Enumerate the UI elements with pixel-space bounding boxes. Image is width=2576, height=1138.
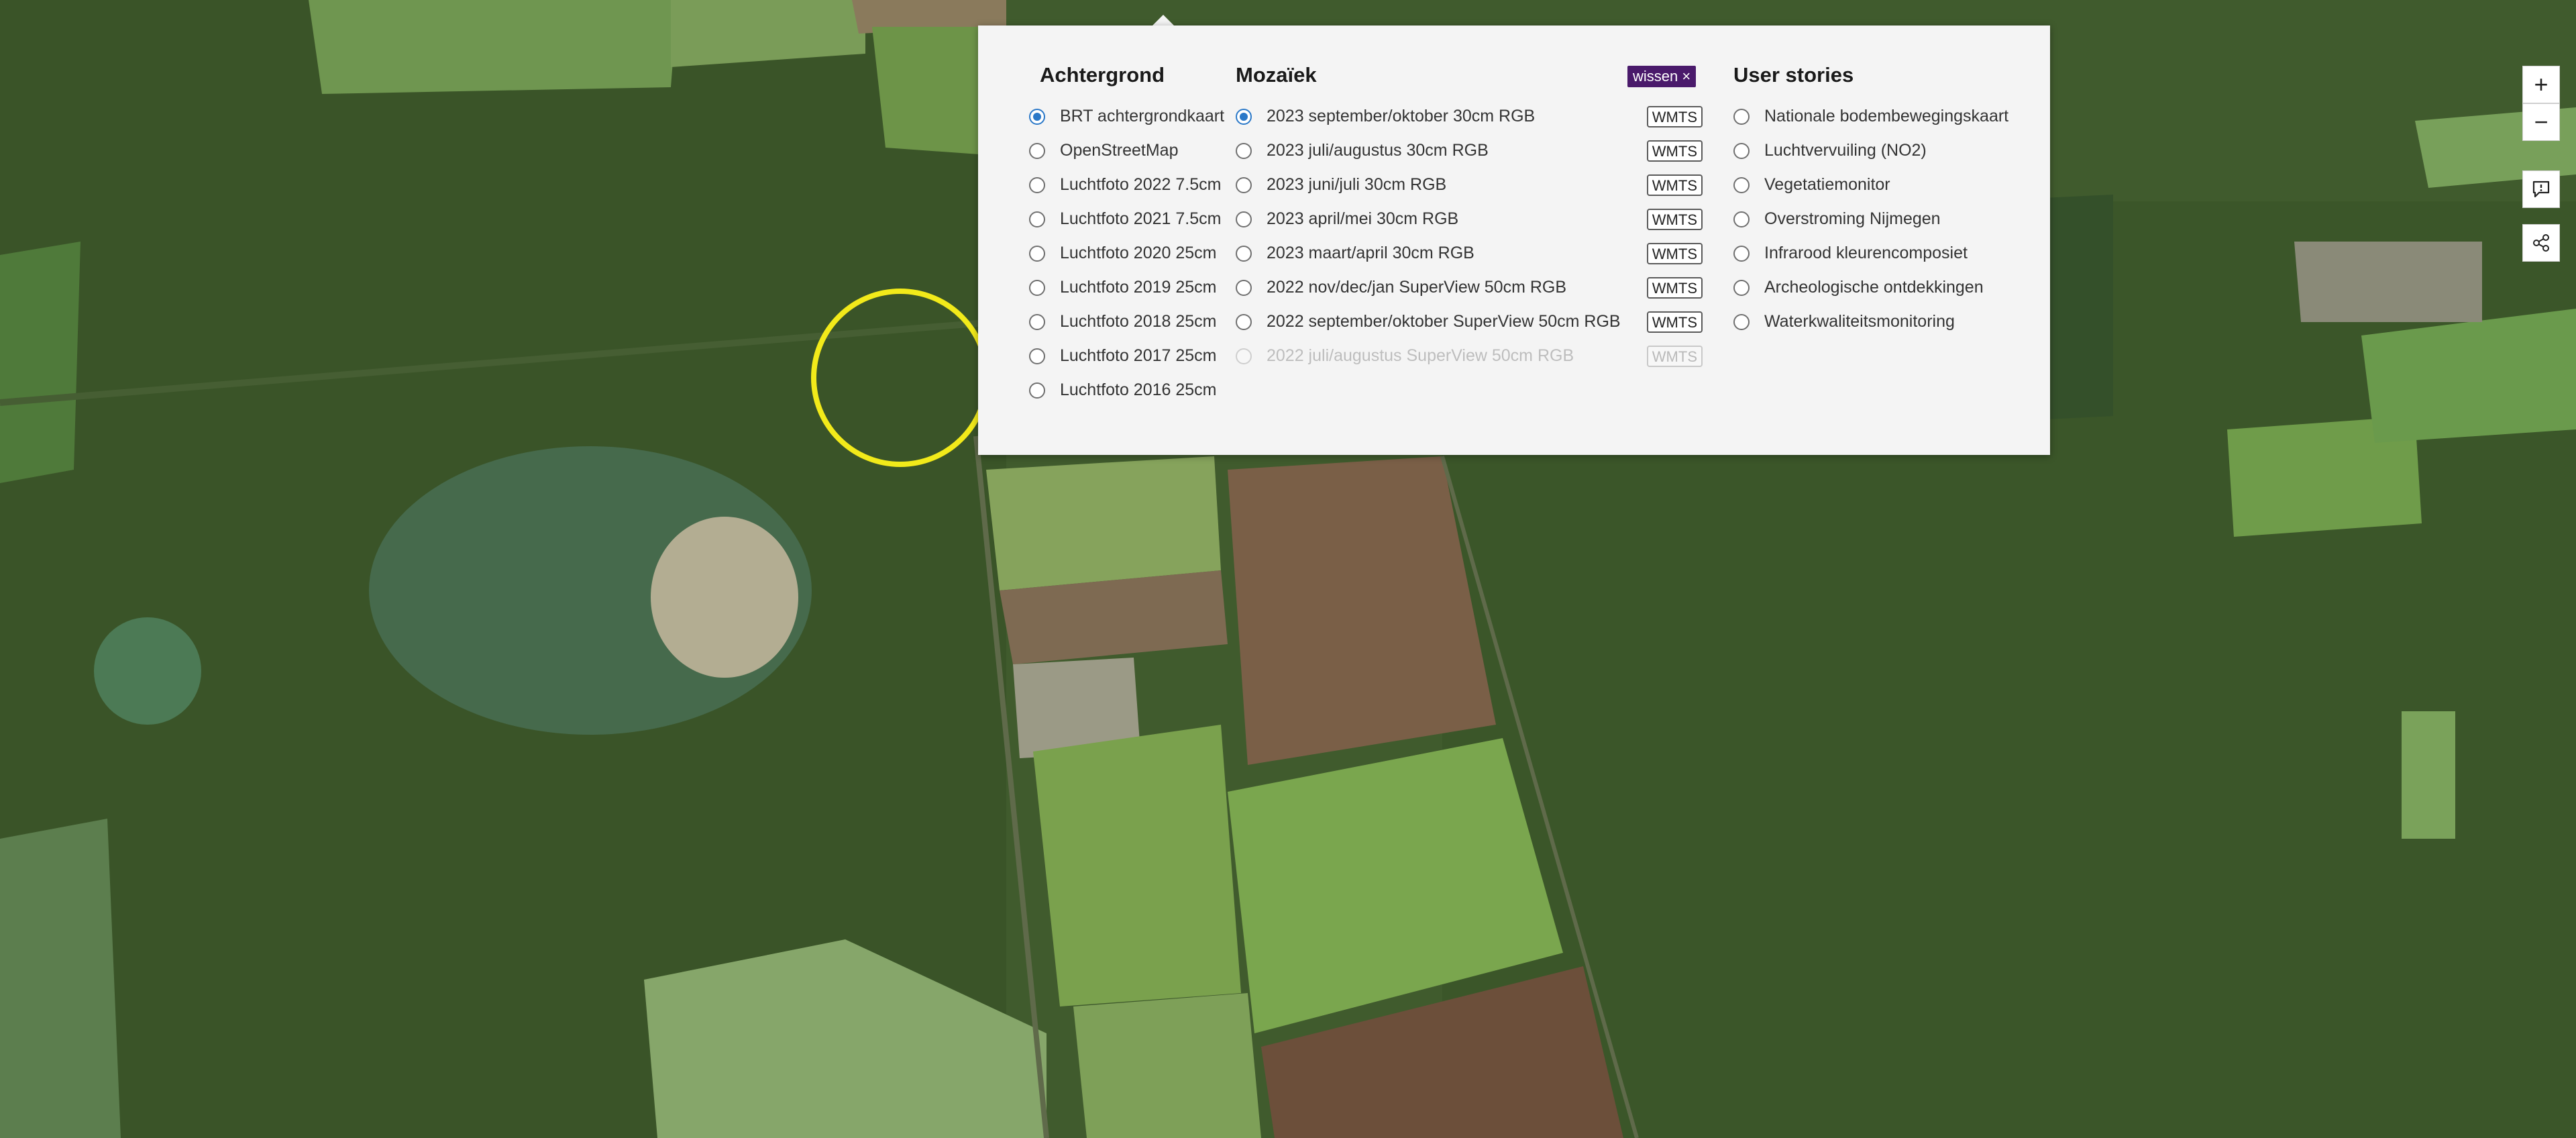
radio-button[interactable] — [1733, 313, 1750, 330]
background-option[interactable]: BRT achtergrondkaart — [1029, 99, 1224, 134]
background-option-label: Luchtfoto 2019 25cm — [1060, 278, 1217, 297]
mosaic-option-label: 2023 maart/april 30cm RGB — [1267, 244, 1474, 262]
background-option[interactable]: Luchtfoto 2020 25cm — [1029, 236, 1224, 270]
radio-button[interactable] — [1733, 108, 1750, 125]
radio-button[interactable] — [1029, 245, 1045, 262]
user-story-option[interactable]: Waterkwaliteitsmonitoring — [1733, 305, 2008, 339]
user-story-option[interactable]: Nationale bodembewegingskaart — [1733, 99, 2008, 134]
wmts-badge[interactable]: WMTS — [1646, 311, 1703, 333]
radio-button[interactable] — [1029, 211, 1045, 227]
user-story-option-label: Waterkwaliteitsmonitoring — [1764, 312, 1955, 331]
panel-caret — [1152, 15, 1174, 25]
background-option[interactable]: Luchtfoto 2018 25cm — [1029, 305, 1224, 339]
radio-button[interactable] — [1236, 245, 1252, 262]
wmts-badge[interactable]: WMTS — [1646, 209, 1703, 230]
background-option[interactable]: Luchtfoto 2016 25cm — [1029, 373, 1224, 407]
background-option-label: Luchtfoto 2018 25cm — [1060, 312, 1217, 331]
background-option-label: Luchtfoto 2021 7.5cm — [1060, 209, 1222, 228]
radio-button[interactable] — [1236, 279, 1252, 296]
mosaic-list: 2023 september/oktober 30cm RGB WMTS 2023 … — [1236, 99, 1703, 373]
user-story-option-label: Overstroming Nijmegen — [1764, 209, 1941, 228]
wmts-badge[interactable]: WMTS — [1646, 243, 1703, 264]
user-story-option-label: Luchtvervuiling (NO2) — [1764, 141, 1927, 160]
mosaic-option[interactable]: 2023 juni/juli 30cm RGB WMTS — [1236, 168, 1703, 202]
mosaic-option-label: 2022 juli/augustus SuperView 50cm RGB — [1267, 346, 1574, 365]
background-option[interactable]: Luchtfoto 2022 7.5cm — [1029, 168, 1224, 202]
background-option-label: Luchtfoto 2022 7.5cm — [1060, 175, 1222, 194]
user-story-option-label: Vegetatiemonitor — [1764, 175, 1890, 194]
mosaic-option-label: 2023 april/mei 30cm RGB — [1267, 209, 1459, 228]
mosaic-option-label: 2023 september/oktober 30cm RGB — [1267, 107, 1536, 125]
user-story-option[interactable]: Overstroming Nijmegen — [1733, 202, 2008, 236]
background-option-label: Luchtfoto 2016 25cm — [1060, 380, 1217, 399]
mosaic-option[interactable]: 2022 juli/augustus SuperView 50cm RGB WMT… — [1236, 339, 1703, 373]
radio-button[interactable] — [1029, 176, 1045, 193]
layer-panel: Achtergrond BRT achtergrondkaart OpenStre… — [978, 25, 2050, 455]
background-option[interactable]: Luchtfoto 2017 25cm — [1029, 339, 1224, 373]
mosaic-option[interactable]: 2023 maart/april 30cm RGB WMTS — [1236, 236, 1703, 270]
mosaic-option[interactable]: 2023 juli/augustus 30cm RGB WMTS — [1236, 134, 1703, 168]
user-story-option[interactable]: Archeologische ontdekkingen — [1733, 270, 2008, 305]
background-option-label: Luchtfoto 2020 25cm — [1060, 244, 1217, 262]
list-fade-overlay — [1220, 381, 1703, 415]
wmts-badge[interactable]: WMTS — [1646, 174, 1703, 196]
user-story-option-label: Nationale bodembewegingskaart — [1764, 107, 2009, 125]
radio-button[interactable] — [1733, 279, 1750, 296]
background-list: BRT achtergrondkaart OpenStreetMap Luchtfo… — [1029, 99, 1224, 407]
radio-button[interactable] — [1029, 382, 1045, 399]
radio-button[interactable] — [1029, 108, 1045, 125]
mosaic-option[interactable]: 2022 september/oktober SuperView 50cm RG… — [1236, 305, 1703, 339]
mosaic-option-label: 2023 juli/augustus 30cm RGB — [1267, 141, 1489, 160]
radio-button[interactable] — [1733, 142, 1750, 159]
wmts-badge[interactable]: WMTS — [1646, 106, 1703, 127]
user-story-option-label: Archeologische ontdekkingen — [1764, 278, 1984, 297]
user-story-option[interactable]: Infrarood kleurencomposiet — [1733, 236, 2008, 270]
radio-button[interactable] — [1029, 348, 1045, 364]
radio-button[interactable] — [1236, 176, 1252, 193]
user-stories-list: Nationale bodembewegingskaart Luchtvervui… — [1733, 99, 2008, 339]
user-story-option[interactable]: Vegetatiemonitor — [1733, 168, 2008, 202]
background-option[interactable]: OpenStreetMap — [1029, 134, 1224, 168]
share-icon — [2533, 234, 2549, 252]
wmts-badge[interactable]: WMTS — [1646, 277, 1703, 299]
radio-button[interactable] — [1236, 348, 1252, 364]
zoom-in-button[interactable]: + — [2522, 66, 2560, 103]
radio-button[interactable] — [1029, 313, 1045, 330]
share-button[interactable] — [2522, 224, 2560, 262]
background-option-label: BRT achtergrondkaart — [1060, 107, 1225, 125]
radio-button[interactable] — [1236, 108, 1252, 125]
user-story-option[interactable]: Luchtvervuiling (NO2) — [1733, 134, 2008, 168]
radio-button[interactable] — [1029, 142, 1045, 159]
mosaic-title: Mozaïek — [1236, 63, 1317, 87]
zoom-out-button[interactable]: − — [2522, 103, 2560, 141]
radio-button[interactable] — [1733, 245, 1750, 262]
background-option[interactable]: Luchtfoto 2021 7.5cm — [1029, 202, 1224, 236]
mosaic-option-label: 2023 juni/juli 30cm RGB — [1267, 175, 1447, 194]
wmts-badge[interactable]: WMTS — [1646, 346, 1703, 367]
radio-button[interactable] — [1733, 211, 1750, 227]
comment-icon — [2532, 180, 2550, 198]
background-option[interactable]: Luchtfoto 2019 25cm — [1029, 270, 1224, 305]
mosaic-option[interactable]: 2023 september/oktober 30cm RGB WMTS — [1236, 99, 1703, 134]
radio-button[interactable] — [1236, 313, 1252, 330]
radio-button[interactable] — [1029, 279, 1045, 296]
mosaic-option[interactable]: 2023 april/mei 30cm RGB WMTS — [1236, 202, 1703, 236]
radio-button[interactable] — [1236, 142, 1252, 159]
radio-button[interactable] — [1733, 176, 1750, 193]
background-title: Achtergrond — [1040, 63, 1165, 87]
mosaic-option-label: 2022 nov/dec/jan SuperView 50cm RGB — [1267, 278, 1567, 297]
mosaic-option[interactable]: 2022 nov/dec/jan SuperView 50cm RGB WMTS — [1236, 270, 1703, 305]
feedback-button[interactable] — [2522, 170, 2560, 208]
user-stories-title: User stories — [1733, 63, 1854, 87]
radio-button[interactable] — [1236, 211, 1252, 227]
user-story-option-label: Infrarood kleurencomposiet — [1764, 244, 1968, 262]
background-option-label: Luchtfoto 2017 25cm — [1060, 346, 1217, 365]
background-option-label: OpenStreetMap — [1060, 141, 1179, 160]
wmts-badge[interactable]: WMTS — [1646, 140, 1703, 162]
mosaic-option-label: 2022 september/oktober SuperView 50cm RG… — [1267, 312, 1621, 331]
clear-mosaic-button[interactable]: wissen × — [1627, 66, 1697, 87]
